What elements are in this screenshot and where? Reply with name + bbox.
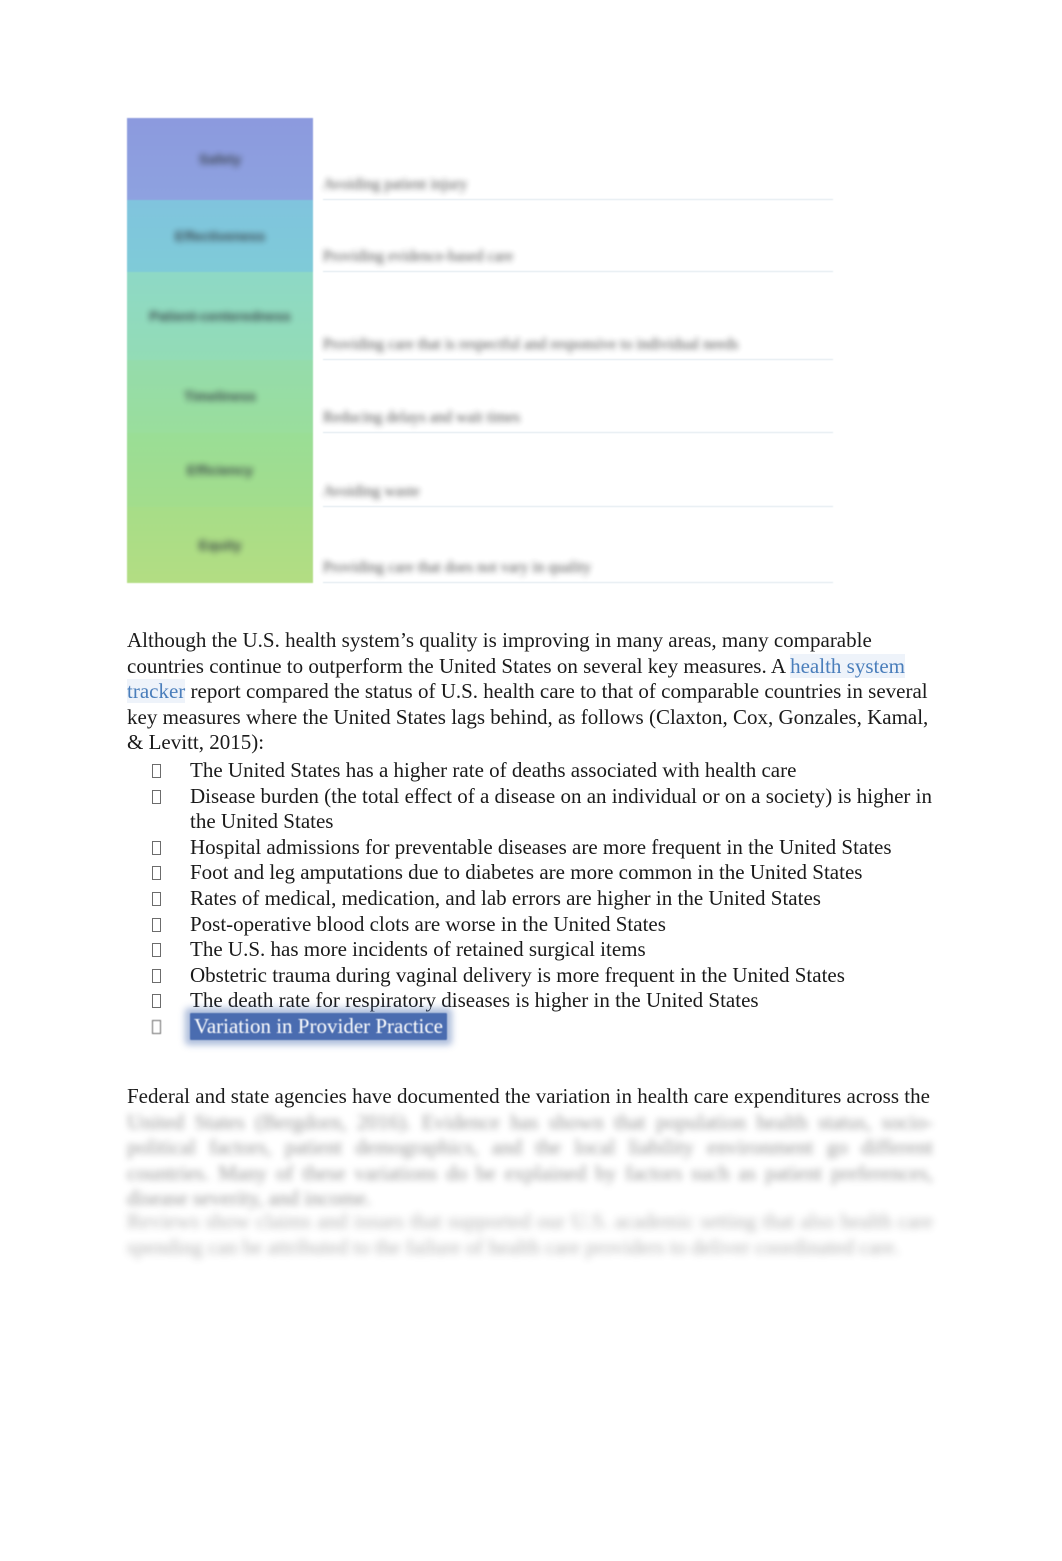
lower-paragraph-1-sharp-line: Federal and state agencies have document…	[127, 1084, 930, 1108]
missing-glyph-box-icon	[152, 937, 190, 963]
domain-label: Patient-centeredness	[149, 307, 291, 324]
list-item-label: The United States has a higher rate of d…	[190, 758, 797, 782]
missing-glyph-box-icon	[152, 835, 190, 861]
lower-paragraph-2: Reviews show claims and issues that supp…	[127, 1209, 933, 1259]
missing-glyph-box-icon	[152, 1014, 190, 1040]
list-item: Foot and leg amputations due to diabetes…	[152, 860, 952, 886]
row-divider	[323, 582, 833, 583]
definition-text: Avoiding patient injury	[323, 176, 468, 194]
missing-glyph-box-icon	[152, 758, 190, 784]
table-row: Timeliness Reducing delays and wait time…	[127, 360, 833, 433]
lower-paragraph-1: Federal and state agencies have document…	[127, 1084, 933, 1212]
intro-text-part-1: Although the U.S. health system’s qualit…	[127, 628, 872, 678]
domain-label: Effectiveness	[174, 227, 266, 244]
intro-text-part-2: report compared the status of U.S. healt…	[127, 679, 929, 755]
list-item-label: Variation in Provider Practice	[190, 1012, 448, 1040]
list-item-label: The death rate for respiratory diseases …	[190, 988, 759, 1013]
domain-label: Timeliness	[183, 388, 257, 405]
list-item: Post-operative blood clots are worse in …	[152, 912, 952, 938]
list-item-label-wrapper: Variation in Provider Practice	[190, 1012, 952, 1040]
list-item-label: Disease burden (the total effect of a di…	[190, 783, 932, 834]
quality-domains-table: Safety Avoiding patient injury Effective…	[127, 118, 833, 583]
list-item: Hospital admissions for preventable dise…	[152, 835, 952, 861]
table-cell-definition: Providing care that does not vary in qua…	[313, 507, 833, 583]
list-item: The U.S. has more incidents of retained …	[152, 937, 952, 963]
definition-text: Reducing delays and wait times	[323, 409, 521, 427]
definition-text: Avoiding waste	[323, 483, 420, 501]
definition-text: Providing evidence-based care	[323, 248, 514, 266]
list-item-label: Obstetric trauma during vaginal delivery…	[190, 962, 845, 987]
missing-glyph-box-icon	[152, 988, 190, 1014]
list-item-label: Rates of medical, medication, and lab er…	[190, 885, 821, 910]
table-cell-definition: Providing evidence-based care	[313, 200, 833, 272]
list-item-label: The U.S. has more incidents of retained …	[190, 937, 646, 962]
table-cell-definition: Avoiding waste	[313, 433, 833, 507]
intro-paragraph: Although the U.S. health system’s qualit…	[127, 628, 945, 756]
table-cell-domain: Safety	[127, 118, 313, 200]
missing-glyph-box-icon	[152, 886, 190, 912]
domain-label: Safety	[198, 150, 242, 167]
table-cell-definition: Providing care that is respectful and re…	[313, 272, 833, 360]
table-cell-definition: Avoiding patient injury	[313, 118, 833, 200]
list-item: Obstetric trauma during vaginal delivery…	[152, 963, 952, 989]
definition-text: Providing care that does not vary in qua…	[323, 559, 592, 577]
missing-glyph-box-icon	[152, 784, 190, 810]
table-row: Equity Providing care that does not vary…	[127, 507, 833, 583]
table-cell-definition: Reducing delays and wait times	[313, 360, 833, 433]
list-item: Rates of medical, medication, and lab er…	[152, 886, 952, 912]
table-cell-domain: Timeliness	[127, 360, 313, 433]
table-row: Patient-centeredness Providing care that…	[127, 272, 833, 360]
definition-text: Providing care that is respectful and re…	[323, 336, 739, 354]
domain-label: Efficiency	[186, 461, 254, 478]
list-item-label: Foot and leg amputations due to diabetes…	[190, 860, 863, 885]
missing-glyph-box-icon	[152, 912, 190, 938]
table-row: Efficiency Avoiding waste	[127, 433, 833, 507]
table-row: Safety Avoiding patient injury	[127, 118, 833, 200]
list-item: The death rate for respiratory diseases …	[152, 988, 952, 1014]
list-item: Disease burden (the total effect of a di…	[152, 784, 952, 835]
missing-glyph-box-icon	[152, 860, 190, 886]
table-row: Effectiveness Providing evidence-based c…	[127, 200, 833, 272]
table-cell-domain: Effectiveness	[127, 200, 313, 272]
missing-glyph-box-icon	[152, 963, 190, 989]
table-cell-domain: Equity	[127, 507, 313, 583]
key-measures-bullet-list: The United States has a higher rate of d…	[152, 758, 952, 1040]
document-page: Safety Avoiding patient injury Effective…	[0, 0, 1062, 1561]
table-cell-domain: Efficiency	[127, 433, 313, 507]
lower-paragraph-1-blurred-remainder: United States (Bergdorn, 2016). Evidence…	[127, 1109, 933, 1211]
list-item-label: Post-operative blood clots are worse in …	[190, 911, 666, 936]
list-item: The United States has a higher rate of d…	[152, 758, 952, 784]
list-item-label: Hospital admissions for preventable dise…	[190, 834, 892, 859]
table-cell-domain: Patient-centeredness	[127, 272, 313, 360]
list-item-selected[interactable]: Variation in Provider Practice	[152, 1012, 952, 1040]
domain-label: Equity	[198, 536, 242, 553]
